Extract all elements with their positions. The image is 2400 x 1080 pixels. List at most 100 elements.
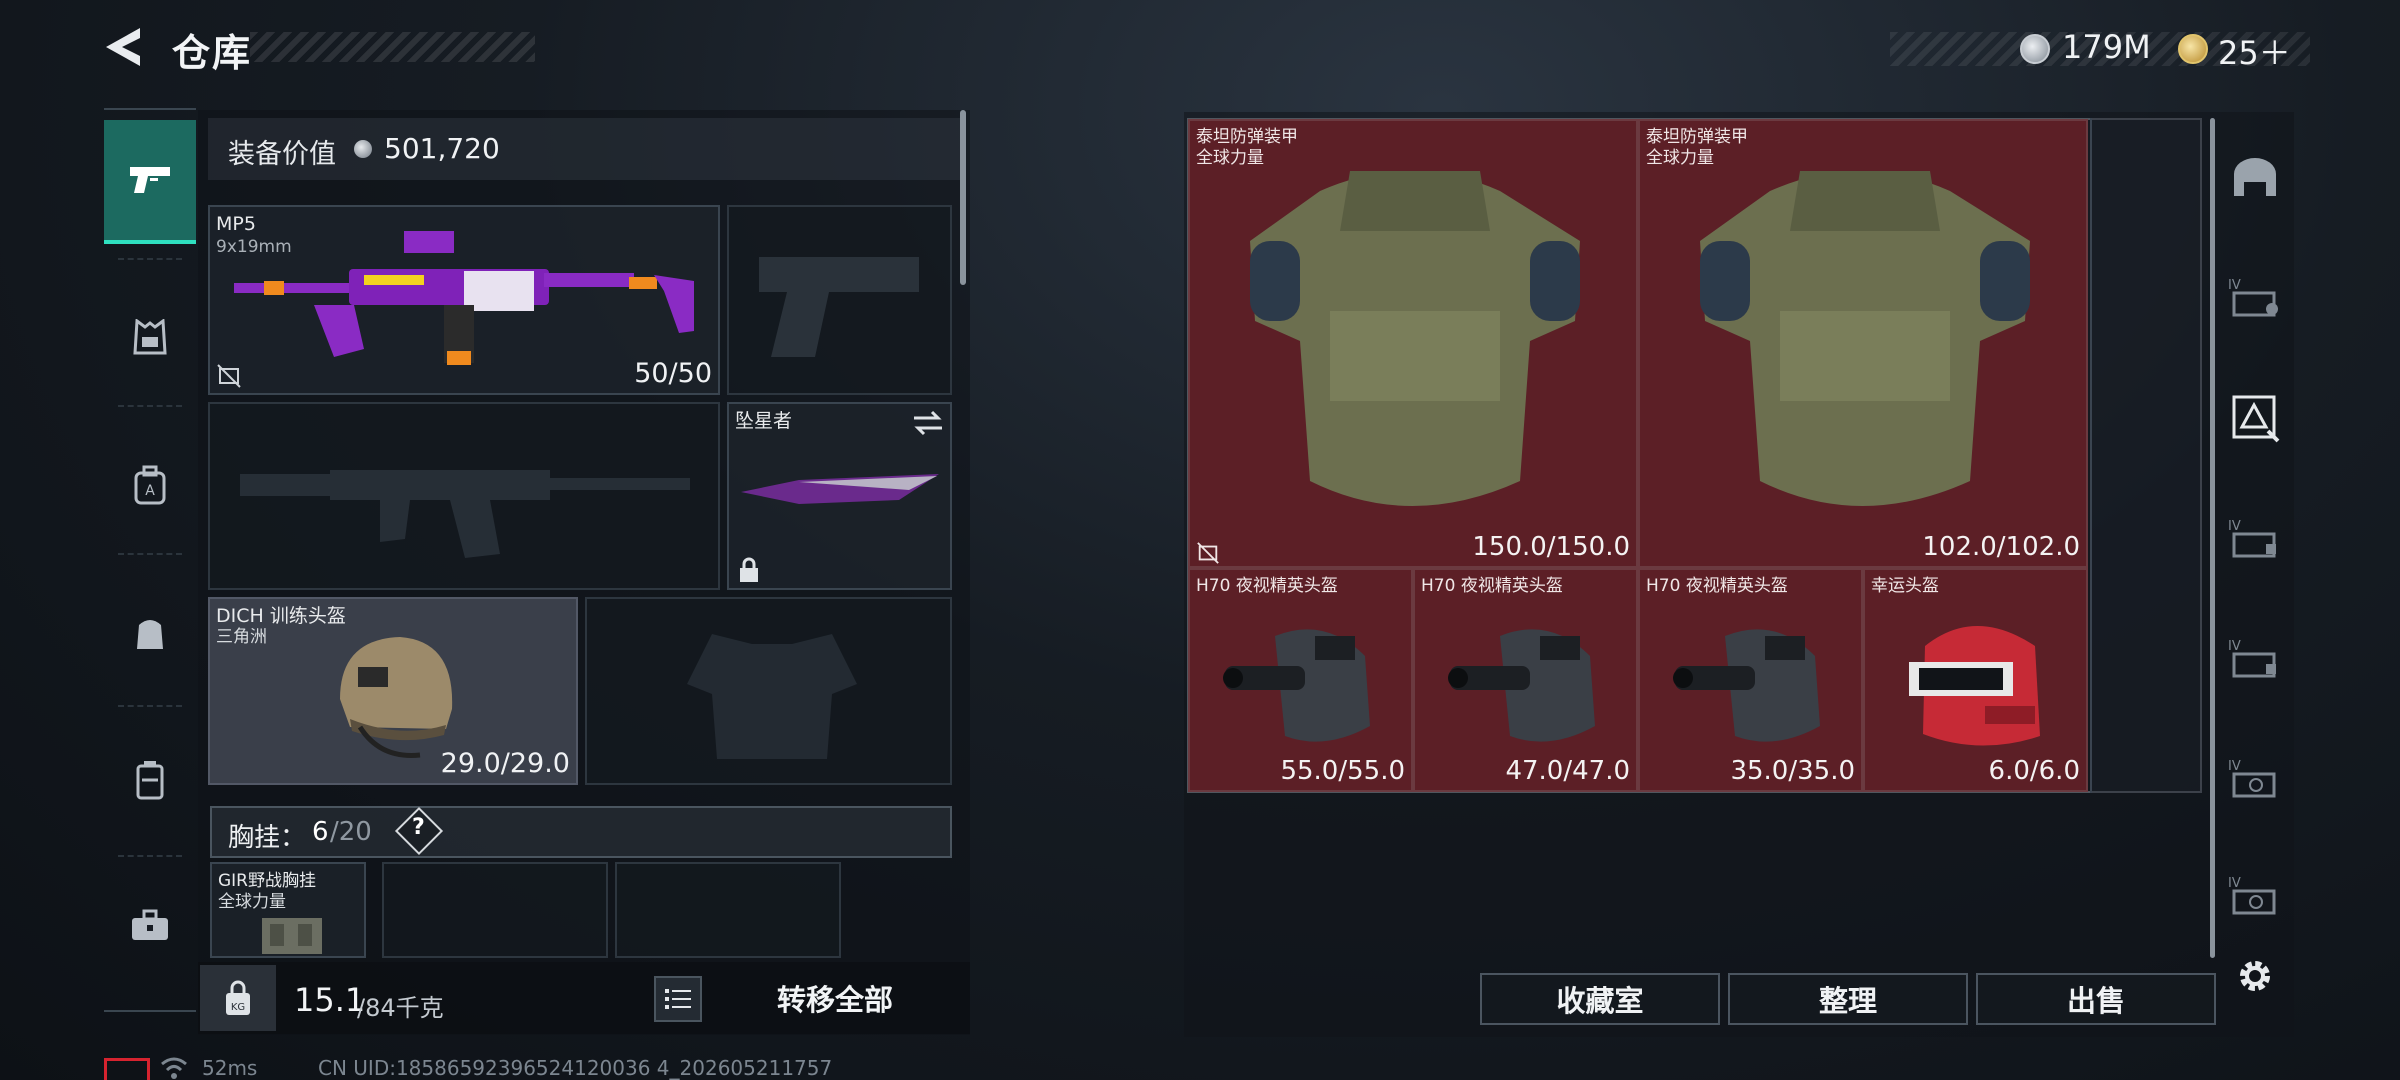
- storage-item-helmet-1[interactable]: H70 夜视精英头盔 55.0/55.0: [1188, 568, 1413, 792]
- list-icon: [665, 989, 691, 1009]
- melee-slot[interactable]: 坠星者: [727, 402, 952, 590]
- back-arrow-icon: [106, 28, 140, 66]
- rail-chest-rig[interactable]: [104, 573, 196, 693]
- item-durability: 47.0/47.0: [1505, 756, 1630, 786]
- rig-pocket-slot-1[interactable]: [382, 862, 608, 958]
- rail-weapons[interactable]: [104, 120, 196, 244]
- melee-knife-image: [741, 474, 939, 504]
- gold-currency-value: 25＋: [2218, 34, 2291, 72]
- silver-coin-icon: [2020, 34, 2050, 64]
- night-vision-helmet-image: [1673, 629, 1820, 742]
- rail-armor-filter[interactable]: [2222, 385, 2288, 451]
- weight-icon: KG: [226, 980, 250, 1015]
- rail-storage-home[interactable]: [2222, 146, 2288, 212]
- rail-storage-page-5[interactable]: IV: [2222, 862, 2288, 928]
- storage-box-icon: IV: [2228, 639, 2276, 678]
- rig-item-image: [262, 918, 322, 954]
- rail-case[interactable]: [104, 720, 196, 840]
- no-insurance-icon: [217, 364, 241, 388]
- gold-token-icon: [2178, 34, 2208, 64]
- night-vision-helmet-image: [1223, 629, 1370, 742]
- rig-item-name: GIR野战胸挂: [218, 871, 316, 891]
- item-durability: 102.0/102.0: [1922, 532, 2080, 562]
- storage-box-icon: IV: [2228, 519, 2276, 558]
- collection-room-button[interactable]: 收藏室: [1480, 973, 1720, 1025]
- armor-vest-icon: [133, 319, 167, 355]
- item-name: 泰坦防弹装甲: [1196, 127, 1298, 147]
- rig-pocket-slot-2[interactable]: [615, 862, 841, 958]
- rail-storage-page-2[interactable]: IV: [2222, 505, 2288, 571]
- rail-storage-page-1[interactable]: IV: [2222, 264, 2288, 330]
- back-button[interactable]: [100, 24, 146, 70]
- sell-button[interactable]: 出售: [1976, 973, 2216, 1025]
- rail-backpack[interactable]: A: [104, 425, 196, 545]
- item-durability: 150.0/150.0: [1472, 532, 1630, 562]
- no-insurance-icon: [1197, 542, 1219, 564]
- svg-text:KG: KG: [231, 1002, 245, 1013]
- armor-placeholder-icon: [687, 634, 857, 759]
- equipment-value: 501,720: [384, 132, 500, 165]
- pistol-slot[interactable]: [727, 205, 952, 395]
- battery-icon: [104, 1058, 150, 1080]
- list-view-button[interactable]: [654, 976, 702, 1022]
- weight-lock-tile: KG: [200, 965, 276, 1031]
- storage-item-armor-1[interactable]: 泰坦防弹装甲 全球力量 150.0/150.0: [1188, 119, 1638, 568]
- night-vision-helmet-image: [1448, 629, 1595, 742]
- settings-button[interactable]: [2222, 943, 2288, 1009]
- item-durability: 35.0/35.0: [1730, 756, 1855, 786]
- storage-item-helmet-4[interactable]: 幸运头盔 6.0/6.0: [1863, 568, 2088, 792]
- storage-scrollbar[interactable]: [2210, 118, 2215, 958]
- svg-text:IV: IV: [2228, 876, 2241, 891]
- rail-toolbox[interactable]: [104, 865, 196, 985]
- rig-item-tag: 全球力量: [218, 892, 286, 912]
- swap-icon[interactable]: [912, 410, 944, 436]
- transfer-all-button[interactable]: 转移全部: [710, 965, 960, 1031]
- player-uid: CN UID:18586592396524120036 4_2026052117…: [318, 1056, 833, 1080]
- secondary-weapon-slot[interactable]: [208, 402, 720, 590]
- organize-button[interactable]: 整理: [1728, 973, 1968, 1025]
- toolbox-icon: [132, 909, 168, 940]
- body-armor-slot[interactable]: [585, 597, 952, 785]
- storage-item-helmet-3[interactable]: H70 夜视精英头盔 35.0/35.0: [1638, 568, 1863, 792]
- item-name: H70 夜视精英头盔: [1646, 576, 1788, 596]
- equipment-value-label: 装备价值: [228, 139, 336, 170]
- item-name: 幸运头盔: [1871, 576, 1939, 596]
- max-weight: /84千克: [357, 994, 444, 1022]
- coin-icon: [354, 140, 372, 158]
- storage-item-helmet-2[interactable]: H70 夜视精英头盔 47.0/47.0: [1413, 568, 1638, 792]
- item-name: H70 夜视精英头盔: [1196, 576, 1338, 596]
- svg-text:IV: IV: [2228, 519, 2241, 534]
- item-name: 泰坦防弹装甲: [1646, 127, 1748, 147]
- page-title: 仓库: [172, 31, 253, 75]
- backpack-icon: A: [134, 465, 166, 505]
- rail-armor[interactable]: [104, 278, 196, 398]
- svg-text:IV: IV: [2228, 759, 2241, 774]
- case-icon: [136, 761, 164, 800]
- rifle-placeholder-icon: [240, 470, 690, 558]
- primary-weapon-slot[interactable]: MP5 9x19mm 50/50: [208, 205, 720, 395]
- chest-rig-icon: [137, 620, 163, 649]
- storage-grid-empty-column: [2090, 118, 2202, 793]
- mp5-weapon-image: [234, 231, 694, 365]
- help-icon: ?: [412, 815, 425, 840]
- storage-item-armor-2[interactable]: 泰坦防弹装甲 全球力量 102.0/102.0: [1638, 119, 2088, 568]
- equipment-value-bar: 装备价值 501,720: [208, 118, 960, 180]
- item-durability: 55.0/55.0: [1280, 756, 1405, 786]
- helmet-slot[interactable]: DICH 训练头盔 三角洲 29.0/29.0: [208, 597, 578, 785]
- helmet-tag: 三角洲: [216, 627, 267, 647]
- storage-box-icon: IV: [2228, 876, 2276, 915]
- rig-item-slot[interactable]: GIR野战胸挂 全球力量: [210, 862, 366, 958]
- item-name: H70 夜视精英头盔: [1421, 576, 1563, 596]
- chest-rig-label: 胸挂：: [228, 823, 307, 853]
- safe-house-icon: [2234, 158, 2276, 196]
- wifi-icon: [161, 1057, 187, 1079]
- title-decoration: [250, 32, 535, 62]
- svg-text:IV: IV: [2228, 278, 2241, 293]
- svg-text:A: A: [145, 483, 155, 499]
- chest-rig-count: 6: [312, 817, 329, 847]
- rail-storage-page-4[interactable]: IV: [2222, 745, 2288, 811]
- loadout-scrollbar[interactable]: [960, 110, 966, 285]
- silver-currency-value: 179M: [2062, 28, 2151, 66]
- rail-storage-page-3[interactable]: IV: [2222, 625, 2288, 691]
- armor-filter-icon: [2232, 395, 2280, 443]
